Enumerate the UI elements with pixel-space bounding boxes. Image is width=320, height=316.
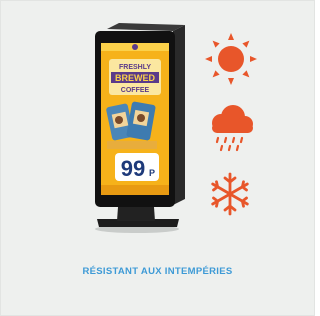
- feature-card: FRESHLY BREWED COFFEE 99 P RÉSISTANT AUX…: [0, 0, 315, 316]
- screen-headline-mid: BREWED: [115, 73, 155, 83]
- coffee-cups-image: [106, 101, 157, 149]
- feature-caption: RÉSISTANT AUX INTEMPÉRIES: [82, 266, 233, 277]
- outdoor-kiosk-display: FRESHLY BREWED COFFEE 99 P: [95, 23, 185, 233]
- snowflake-icon: [211, 172, 249, 216]
- screen-price: 99: [121, 156, 145, 181]
- screen-price-suffix: P: [149, 168, 155, 178]
- screen-headline-top: FRESHLY: [119, 64, 151, 71]
- sun-icon: [205, 33, 257, 85]
- rain-cloud-icon: [212, 105, 253, 152]
- screen-headline-bottom: COFFEE: [121, 87, 150, 94]
